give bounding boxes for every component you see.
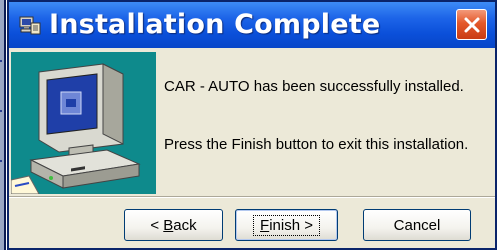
close-icon (464, 17, 479, 32)
installed-message: CAR - AUTO has been successfully install… (164, 78, 464, 95)
back-button-prefix: < (150, 216, 164, 234)
back-button-rest: ack (173, 216, 197, 234)
back-button[interactable]: < Back (124, 209, 223, 241)
finish-button-rest: inish > (269, 216, 313, 234)
window-title: Installation Complete (49, 9, 381, 40)
finish-focus-rect: Finish > (253, 214, 320, 236)
back-button-accel: B (163, 216, 174, 234)
dialog-content: CAR - AUTO has been successfully install… (9, 48, 495, 196)
installation-dialog: Installation Complete CAR - AUTO has bee… (7, 0, 497, 250)
finish-instruction: Press the Finish button to exit this ins… (164, 136, 469, 153)
close-button[interactable] (456, 9, 487, 40)
finish-button[interactable]: Finish > (235, 209, 338, 241)
setup-app-icon (19, 16, 41, 35)
computer-illustration (11, 52, 156, 194)
finish-button-accel: F (260, 216, 270, 234)
background-window-border (4, 0, 6, 250)
cancel-button[interactable]: Cancel (363, 209, 471, 241)
title-bar[interactable]: Installation Complete (9, 2, 495, 48)
button-separator (9, 196, 495, 198)
